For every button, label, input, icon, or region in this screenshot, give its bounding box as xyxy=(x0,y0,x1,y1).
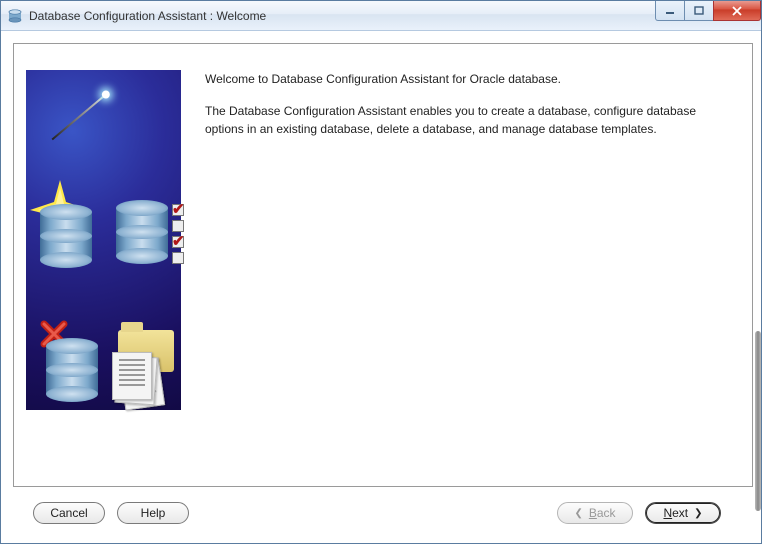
back-button: ❮ Back xyxy=(557,502,633,524)
help-button[interactable]: Help xyxy=(117,502,189,524)
chevron-right-icon: ❯ xyxy=(694,508,702,519)
documents-icon xyxy=(112,356,160,396)
window-title: Database Configuration Assistant : Welco… xyxy=(29,9,266,23)
scrollbar[interactable] xyxy=(755,331,761,511)
wand-icon xyxy=(52,94,107,141)
window-controls xyxy=(656,1,761,21)
client-area: Welcome to Database Configuration Assist… xyxy=(1,31,761,543)
main-panel: Welcome to Database Configuration Assist… xyxy=(13,43,753,487)
welcome-heading: Welcome to Database Configuration Assist… xyxy=(205,70,736,88)
app-window: Database Configuration Assistant : Welco… xyxy=(0,0,762,544)
welcome-description: The Database Configuration Assistant ena… xyxy=(205,102,736,138)
cancel-button[interactable]: Cancel xyxy=(33,502,105,524)
wizard-sidebar-image xyxy=(26,70,181,410)
database-icon xyxy=(40,204,92,268)
maximize-button[interactable] xyxy=(684,1,714,21)
next-button[interactable]: Next ❯ xyxy=(645,502,721,524)
close-button[interactable] xyxy=(713,1,761,21)
chevron-left-icon: ❮ xyxy=(574,508,582,519)
content-text: Welcome to Database Configuration Assist… xyxy=(191,52,744,478)
app-icon xyxy=(7,8,23,24)
minimize-button[interactable] xyxy=(655,1,685,21)
wizard-button-row: Cancel Help ❮ Back Next ❯ xyxy=(13,487,753,535)
titlebar[interactable]: Database Configuration Assistant : Welco… xyxy=(1,1,761,31)
database-icon xyxy=(116,200,168,264)
checklist-icon xyxy=(172,204,184,264)
database-icon xyxy=(46,338,98,402)
